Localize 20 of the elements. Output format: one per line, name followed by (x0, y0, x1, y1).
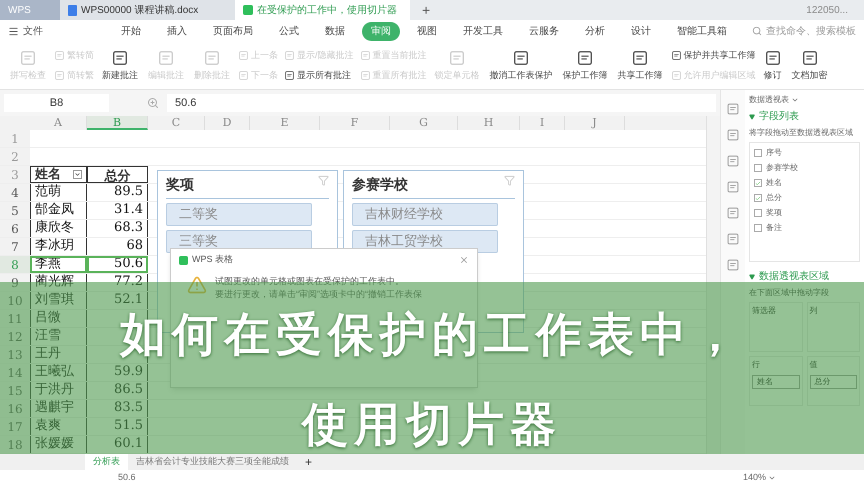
hint-text: 将字段拖动至数据透视表区域 (749, 127, 854, 139)
dialog-title: WPS 表格 (192, 253, 234, 266)
area-label: 行 (752, 359, 761, 371)
hint-text: 在下面区域中拖动字段 (749, 287, 830, 299)
slicer-title: 奖项 (166, 176, 194, 195)
field-label: 总分 (766, 192, 782, 204)
area-label: 筛选器 (752, 305, 777, 317)
banner-title: 使用切片器 (302, 398, 562, 450)
status-value: 50.6 (118, 471, 136, 484)
table-header-cell: 总分 (87, 166, 148, 183)
area-label: 列 (810, 305, 818, 317)
field-label: 姓名 (766, 177, 782, 189)
slicer-title: 参赛学校 (352, 176, 408, 195)
table-header-cell: 姓名 (30, 166, 87, 183)
field-label: 参赛学校 (766, 162, 798, 174)
area-label: 值 (810, 359, 818, 371)
field-label: 奖项 (766, 207, 782, 219)
dialog-message: 要进行更改，请单击“审阅”选项卡中的“撤销工作表保 (215, 288, 422, 301)
field-label: 备注 (766, 222, 782, 234)
field-label: 序号 (766, 147, 782, 159)
